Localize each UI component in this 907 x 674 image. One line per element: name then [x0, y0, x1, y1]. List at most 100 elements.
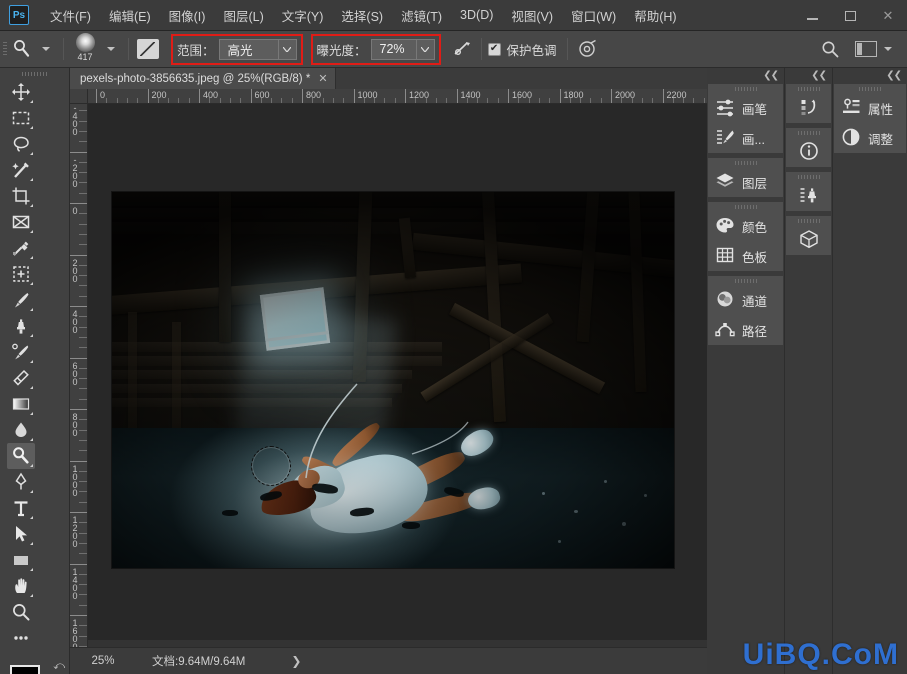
search-icon[interactable]: [817, 37, 843, 61]
workspace-switcher-icon[interactable]: [855, 41, 877, 57]
swap-colors-icon[interactable]: ⤺: [53, 660, 65, 673]
panel-group-grip[interactable]: [708, 84, 783, 93]
ruler-corner[interactable]: [70, 89, 88, 104]
eraser-tool[interactable]: [7, 365, 35, 391]
menu-window[interactable]: 窗口(W): [562, 2, 625, 29]
brush-tool[interactable]: [7, 287, 35, 313]
collapse-column-1[interactable]: ❮❮: [707, 68, 784, 83]
menu-help[interactable]: 帮助(H): [625, 2, 685, 29]
brush-preset-picker[interactable]: 417: [70, 33, 100, 64]
blur-tool[interactable]: [7, 417, 35, 443]
zoom-level[interactable]: 25%: [70, 655, 122, 667]
panel-history[interactable]: [786, 93, 831, 123]
hand-tool[interactable]: [7, 573, 35, 599]
document-image[interactable]: [112, 192, 674, 568]
pen-tool[interactable]: [7, 469, 35, 495]
panel-clone-source[interactable]: [786, 181, 831, 211]
collapse-column-3[interactable]: ❮❮: [833, 68, 907, 83]
panel-brush-presets[interactable]: 画...: [708, 123, 783, 153]
gradient-tool[interactable]: [7, 391, 35, 417]
panel-group-grip[interactable]: [786, 216, 831, 225]
patch-tool[interactable]: [7, 261, 35, 287]
rectangle-tool[interactable]: [7, 547, 35, 573]
panel-adjustments[interactable]: 调整: [834, 123, 906, 153]
panel-info[interactable]: [786, 137, 831, 167]
maximize-button[interactable]: [831, 1, 869, 31]
menu-view[interactable]: 视图(V): [502, 2, 562, 29]
tool-preset-chevron-down-icon[interactable]: [42, 47, 50, 51]
foreground-color-swatch[interactable]: [10, 665, 40, 674]
ruler-minor-tick: [79, 481, 87, 483]
menu-edit[interactable]: 编辑(E): [100, 2, 160, 29]
brush-preset-chevron-down-icon[interactable]: [107, 47, 115, 51]
options-bar-grip[interactable]: [0, 31, 9, 67]
panel-group-grip[interactable]: [708, 158, 783, 167]
range-select[interactable]: 高光: [218, 38, 297, 60]
range-chevron-down-icon[interactable]: [277, 39, 296, 59]
panel-properties[interactable]: 属性: [834, 93, 906, 123]
brush-size-value: 417: [77, 52, 93, 62]
tools-panel-grip[interactable]: [0, 68, 69, 79]
tablet-pressure-icon[interactable]: [574, 37, 600, 61]
move-tool[interactable]: [7, 79, 35, 105]
menu-3d[interactable]: 3D(D): [451, 4, 502, 26]
horizontal-ruler[interactable]: 0 200 400 600 800 1000 1200 1400 1600 1800 2000 220…: [88, 89, 707, 104]
menu-image[interactable]: 图像(I): [160, 2, 215, 29]
minimize-button[interactable]: [793, 1, 831, 31]
panel-channels[interactable]: 通道: [708, 285, 783, 315]
document-tab[interactable]: pexels-photo-3856635.jpeg @ 25%(RGB/8) *…: [70, 68, 336, 89]
dodge-tool-icon[interactable]: [9, 37, 35, 61]
ruler-tick: 1800: [559, 89, 584, 103]
menu-file[interactable]: 文件(F): [41, 2, 100, 29]
exposure-chevron-down-icon[interactable]: [415, 39, 434, 59]
slice-tool[interactable]: [7, 209, 35, 235]
history-brush-tool[interactable]: [7, 339, 35, 365]
horizontal-scrollbar[interactable]: [88, 640, 707, 647]
status-expand-icon[interactable]: ❯: [291, 654, 301, 668]
panel-paths[interactable]: 路径: [708, 315, 783, 345]
menu-layer[interactable]: 图层(L): [214, 2, 272, 29]
close-button[interactable]: ✕: [869, 1, 907, 31]
canvas-area[interactable]: [88, 104, 707, 647]
exposure-input[interactable]: 72%: [370, 38, 435, 60]
panel-layers[interactable]: 图层: [708, 167, 783, 197]
panel-swatches[interactable]: 色板: [708, 241, 783, 271]
vertical-ruler[interactable]: -400-20002004006008001000120014001600180…: [70, 104, 88, 647]
menu-type[interactable]: 文字(Y): [273, 2, 333, 29]
ruler-tick: 800: [302, 89, 321, 103]
panel-group-grip[interactable]: [786, 128, 831, 137]
airbrush-toggle-icon[interactable]: [449, 37, 475, 61]
image-vignette: [112, 192, 674, 568]
path-selection-tool[interactable]: [7, 521, 35, 547]
lasso-tool[interactable]: [7, 131, 35, 157]
menu-filter[interactable]: 滤镜(T): [392, 2, 451, 29]
ruler-minor-tick: [79, 501, 87, 503]
ruler-minor-tick: [79, 450, 87, 452]
clone-stamp-tool[interactable]: [7, 313, 35, 339]
panel-group-grip[interactable]: [708, 276, 783, 285]
ruler-tick: 200: [147, 89, 167, 103]
menu-select[interactable]: 选择(S): [332, 2, 392, 29]
panel-3d[interactable]: [786, 225, 831, 255]
ruler-tick-label: 1400: [70, 566, 80, 599]
magic-wand-tool[interactable]: [7, 157, 35, 183]
crop-tool[interactable]: [7, 183, 35, 209]
panel-color[interactable]: 颜色: [708, 211, 783, 241]
collapse-column-2[interactable]: ❮❮: [785, 68, 832, 83]
marquee-tool[interactable]: [7, 105, 35, 131]
zoom-tool[interactable]: [7, 599, 35, 625]
more-tools[interactable]: [7, 625, 35, 651]
panel-group-grip[interactable]: [834, 84, 906, 93]
panel-brush[interactable]: 画笔: [708, 93, 783, 123]
close-icon[interactable]: ✕: [318, 72, 327, 85]
panel-group-grip[interactable]: [708, 202, 783, 211]
type-tool[interactable]: [7, 495, 35, 521]
workspace-chevron-down-icon[interactable]: [884, 47, 892, 51]
panel-group-grip[interactable]: [786, 172, 831, 181]
brush-panel-toggle[interactable]: [135, 37, 161, 61]
dodge-tool[interactable]: [7, 443, 35, 469]
protect-tones-checkbox[interactable]: ✔ 保护色调: [487, 40, 561, 59]
cube-3d-icon: [799, 229, 819, 252]
panel-group-grip[interactable]: [786, 84, 831, 93]
eyedropper-tool[interactable]: [7, 235, 35, 261]
